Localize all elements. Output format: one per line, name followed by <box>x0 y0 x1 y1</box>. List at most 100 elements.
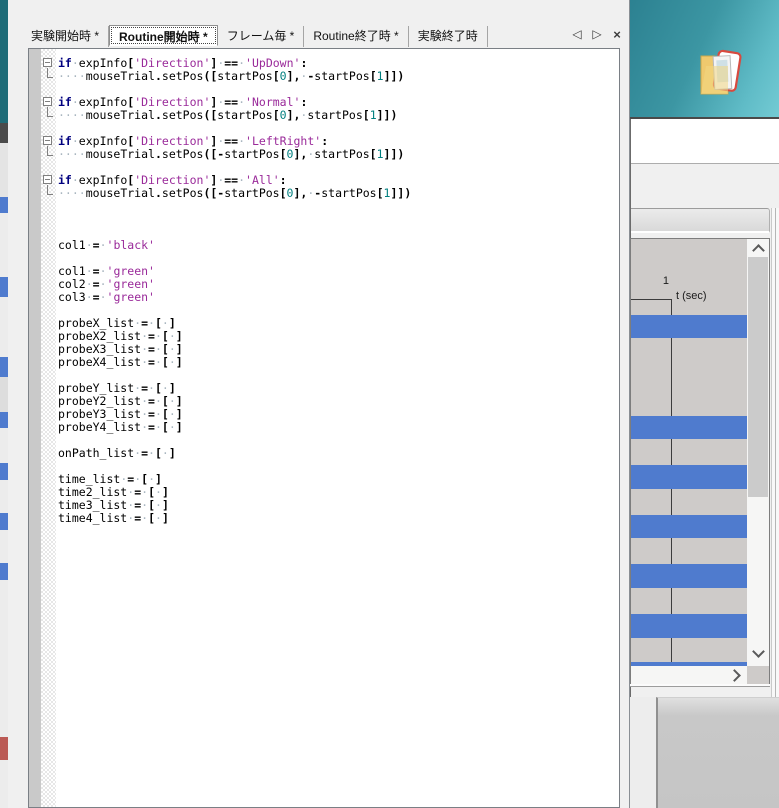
code-line[interactable]: onPath_list·=·[·] <box>58 447 619 460</box>
fold-tail-line <box>47 185 53 195</box>
fold-collapse-icon[interactable] <box>43 97 52 106</box>
fold-margin-cell <box>41 460 56 473</box>
code-line[interactable]: ····mouseTrial.setPos([startPos[0],·star… <box>58 109 619 122</box>
code-token: 1 <box>370 108 377 122</box>
code-line[interactable]: probeX4_list·=·[·] <box>58 356 619 369</box>
timeline-bar <box>631 515 747 538</box>
code-token: 'green' <box>107 264 155 278</box>
fold-margin-cell <box>41 512 56 525</box>
code-token: [ <box>162 355 169 369</box>
occluded-window-group-box <box>631 208 770 233</box>
code-token: probeX3_list <box>58 342 141 356</box>
fold-margin-cell <box>41 330 56 343</box>
code-token: col2 <box>58 277 86 291</box>
vertical-scrollbar[interactable] <box>747 239 769 666</box>
code-token: ] <box>162 485 169 499</box>
code-line[interactable]: ····mouseTrial.setPos([-startPos[0],·sta… <box>58 148 619 161</box>
code-line[interactable]: ····mouseTrial.setPos([startPos[0],·-sta… <box>58 70 619 83</box>
scroll-down-icon[interactable] <box>752 645 765 658</box>
code-token: expInfo <box>79 173 127 187</box>
code-text-area[interactable]: if·expInfo['Direction']·==·'UpDown':····… <box>56 57 619 525</box>
tab-3[interactable]: Routine終了時 * <box>304 26 408 47</box>
tab-prev-button[interactable]: ◁ <box>570 27 584 42</box>
code-token: . <box>155 147 162 161</box>
code-line[interactable]: probeY4_list·=·[·] <box>58 421 619 434</box>
code-token: probeX4_list <box>58 355 141 369</box>
code-dialog: 実験開始時 *Routine開始時 *フレーム毎 *Routine終了時 *実験… <box>8 0 630 808</box>
code-token: · <box>169 394 176 408</box>
code-line[interactable]: ····mouseTrial.setPos([-startPos[0],·-st… <box>58 187 619 200</box>
occluded-window-white-band <box>631 119 779 163</box>
code-editor[interactable]: if·expInfo['Direction']·==·'UpDown':····… <box>28 48 620 808</box>
code-token: · <box>169 342 176 356</box>
code-token: [ <box>162 407 169 421</box>
code-token: = <box>141 446 148 460</box>
tab-next-button[interactable]: ▷ <box>590 27 604 42</box>
code-token: 'Direction' <box>134 95 210 109</box>
code-token: mouseTrial <box>86 147 155 161</box>
code-token: [ <box>162 342 169 356</box>
code-line[interactable]: time4_list·=·[·] <box>58 512 619 525</box>
occluded-segment <box>0 513 8 530</box>
code-token: ···· <box>58 186 86 200</box>
code-token: · <box>141 420 148 434</box>
code-token: [ <box>273 69 280 83</box>
scroll-up-icon[interactable] <box>752 244 765 257</box>
code-token: · <box>238 173 245 187</box>
code-token: startPos <box>314 69 369 83</box>
code-line[interactable] <box>58 213 619 226</box>
timeline-bar <box>631 416 747 439</box>
code-token: · <box>238 56 245 70</box>
code-token: 0 <box>280 69 287 83</box>
code-token: ]]) <box>377 108 398 122</box>
code-line[interactable]: col3·=·'green' <box>58 291 619 304</box>
fold-margin-cell <box>41 291 56 304</box>
code-token: == <box>224 95 238 109</box>
tab-2[interactable]: フレーム毎 * <box>218 26 305 47</box>
code-token: · <box>86 277 93 291</box>
occluded-window-left-strip <box>0 0 8 808</box>
code-token: 1 <box>377 147 384 161</box>
code-token: 'LeftRight' <box>245 134 321 148</box>
code-token: startPos <box>307 108 362 122</box>
fold-margin-cell <box>41 252 56 265</box>
code-token: probeX2_list <box>58 329 141 343</box>
horizontal-scrollbar[interactable] <box>631 666 747 684</box>
fold-collapse-icon[interactable] <box>43 58 52 67</box>
fold-collapse-icon[interactable] <box>43 136 52 145</box>
tab-0[interactable]: 実験開始時 * <box>22 26 109 47</box>
code-token: onPath_list <box>58 446 134 460</box>
code-token: · <box>86 264 93 278</box>
fold-margin-cell <box>41 369 56 382</box>
tab-4[interactable]: 実験終了時 <box>409 26 488 47</box>
code-token: if <box>58 173 72 187</box>
scroll-right-icon[interactable] <box>728 669 741 682</box>
code-token: setPos <box>162 186 204 200</box>
timeline-bar <box>631 315 747 338</box>
fold-margin-cell <box>41 148 56 161</box>
code-token: · <box>141 394 148 408</box>
code-line[interactable] <box>58 200 619 213</box>
code-token: ], <box>293 186 307 200</box>
code-token: probeY4_list <box>58 420 141 434</box>
code-token: expInfo <box>79 56 127 70</box>
code-token: ···· <box>58 69 86 83</box>
occluded-segment <box>0 297 8 357</box>
scrollbar-thumb[interactable] <box>748 257 768 497</box>
code-token: 'Normal' <box>245 95 300 109</box>
code-token: · <box>86 238 93 252</box>
code-token: ([ <box>203 108 217 122</box>
code-token: startPos <box>217 108 272 122</box>
fold-collapse-icon[interactable] <box>43 175 52 184</box>
occluded-segment <box>0 428 8 463</box>
folder-icon[interactable]: 20201119ビーマー <box>694 46 750 98</box>
code-token: · <box>141 342 148 356</box>
tab-close-button[interactable]: × <box>610 27 624 42</box>
code-token: [ <box>155 316 162 330</box>
screen: 実験開始時 *Routine開始時 *フレーム毎 *Routine終了時 *実験… <box>0 0 779 808</box>
code-token: 'UpDown' <box>245 56 300 70</box>
code-token: : <box>321 134 328 148</box>
tab-1[interactable]: Routine開始時 * <box>109 25 218 46</box>
code-line[interactable]: col1·=·'black' <box>58 239 619 252</box>
folder-icon-graphic <box>694 46 750 98</box>
